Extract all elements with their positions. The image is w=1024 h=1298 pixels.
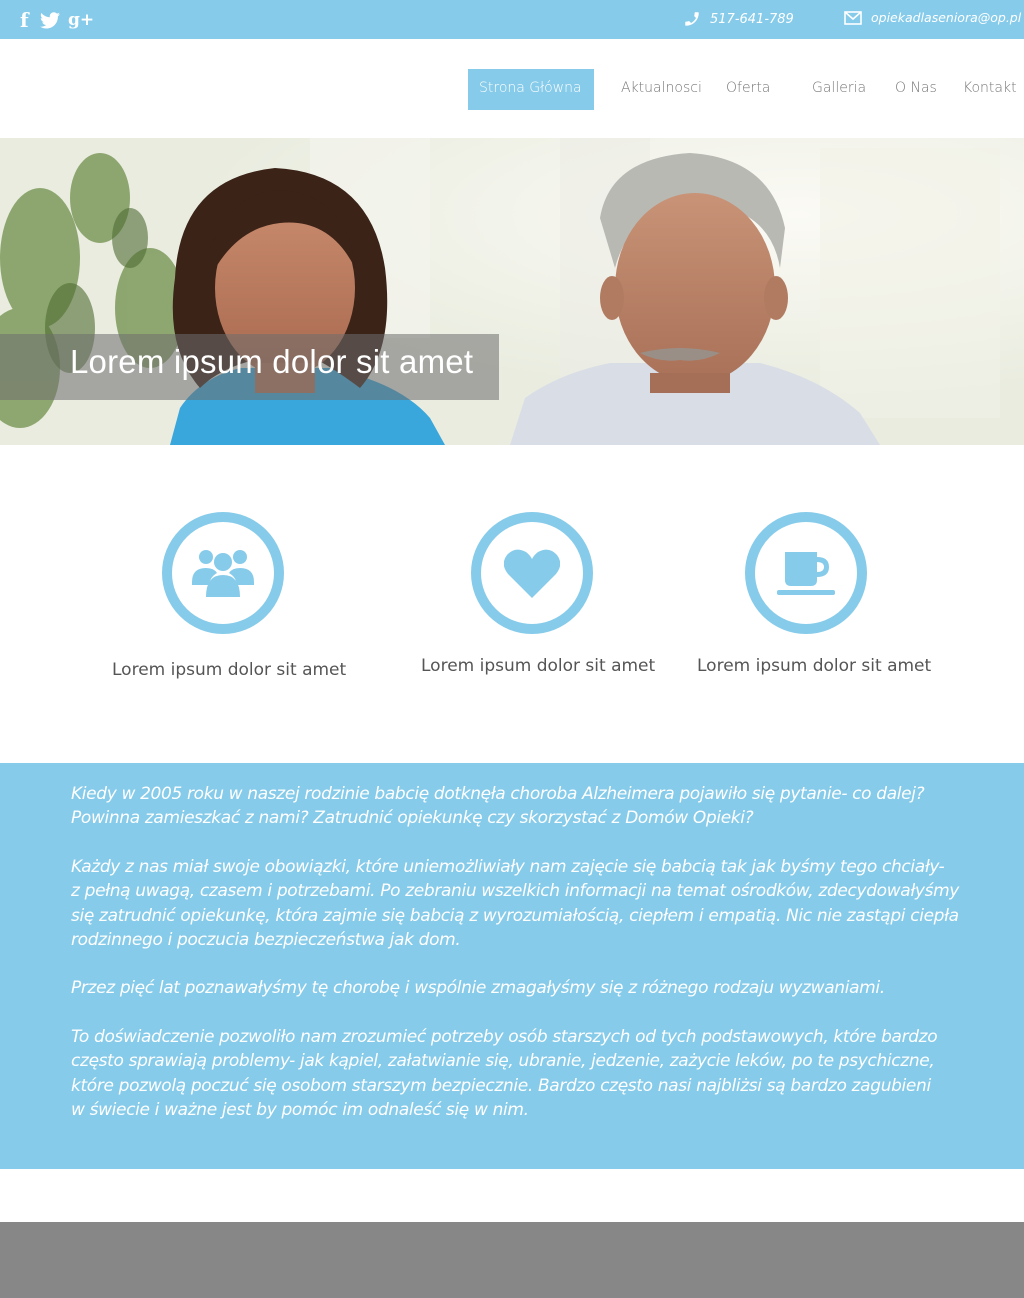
nav-item-home[interactable]: Strona Główna	[468, 69, 594, 110]
feature-label: Lorem ipsum dolor sit amet	[697, 656, 932, 676]
feature-label: Lorem ipsum dolor sit amet	[421, 656, 656, 676]
story-paragraph: To doświadczenie pozwoliło nam zrozumieć…	[71, 1027, 938, 1121]
email-address: opiekadlaseniora@op.pl	[871, 10, 1022, 25]
story-paragraph: Przez pięć lat poznawałyśmy tę chorobę i…	[71, 978, 885, 998]
facebook-icon[interactable]: f	[20, 9, 32, 31]
story-paragraph: Kiedy w 2005 roku w naszej rodzinie babc…	[71, 784, 925, 829]
envelope-icon	[844, 10, 862, 25]
feature-circle	[471, 512, 593, 634]
nav-item-news[interactable]: Aktualnosci	[621, 69, 702, 110]
top-bar: f g+ 517-641-789 opiekadlaseniora@op.pl	[0, 0, 1024, 39]
phone-icon	[685, 12, 699, 26]
story-paragraph: Każdy z nas miał swoje obowiązki, które …	[71, 857, 959, 951]
twitter-icon[interactable]	[40, 11, 60, 29]
hero-title: Lorem ipsum dolor sit amet	[70, 343, 474, 380]
feature-circle	[745, 512, 867, 634]
footer	[0, 1222, 1024, 1298]
main-navigation: Strona Główna Aktualnosci Oferta Galleri…	[0, 69, 1024, 110]
people-icon	[192, 550, 254, 597]
nav-item-gallery[interactable]: Galleria	[812, 69, 866, 110]
nav-item-contact[interactable]: Kontakt	[963, 69, 1017, 110]
feature-label: Lorem ipsum dolor sit amet	[112, 660, 347, 680]
google-plus-icon[interactable]: g+	[68, 9, 94, 31]
phone-contact[interactable]: 517-641-789	[683, 10, 794, 28]
email-contact[interactable]: opiekadlaseniora@op.pl	[844, 10, 1021, 25]
feature-circle	[162, 512, 284, 634]
nav-item-about[interactable]: O Nas	[895, 69, 937, 110]
nav-item-offer[interactable]: Oferta	[726, 69, 770, 110]
story-section: Kiedy w 2005 roku w naszej rodzinie babc…	[0, 763, 1024, 1169]
social-links: f g+	[20, 9, 94, 31]
heart-icon	[504, 549, 560, 598]
hero-banner: Lorem ipsum dolor sit amet	[0, 138, 1024, 445]
coffee-cup-icon	[777, 552, 835, 595]
phone-number: 517-641-789	[710, 11, 794, 27]
